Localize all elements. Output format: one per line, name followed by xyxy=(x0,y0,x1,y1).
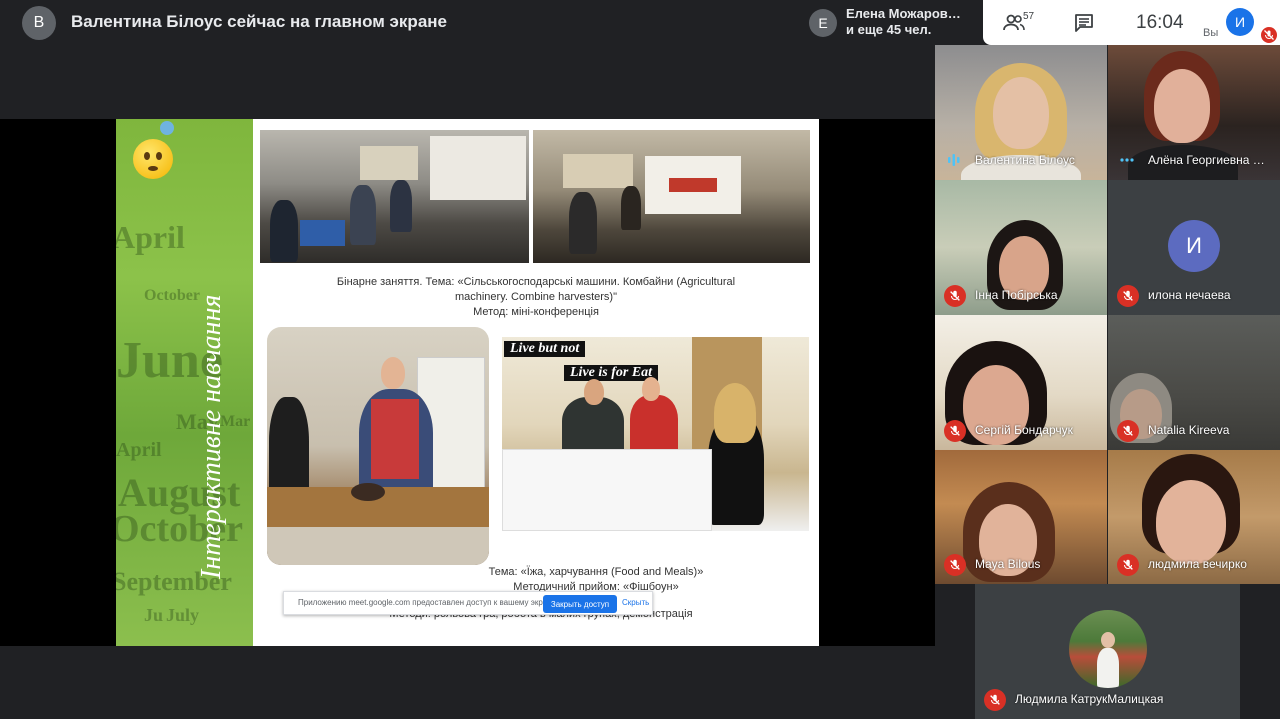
more-dots-icon xyxy=(1120,158,1134,162)
presentation-stage: April October June May April August Octo… xyxy=(0,119,935,646)
mic-off-icon xyxy=(1117,554,1139,576)
participant-name: Валентина Білоус xyxy=(975,153,1075,167)
mic-off-icon xyxy=(984,689,1006,711)
participant-avatar: И xyxy=(1168,220,1220,272)
caption-binary-lesson: Бінарне заняття. Тема: «Сільськогосподар… xyxy=(291,275,781,320)
participant-tile[interactable]: Natalia Kireeva xyxy=(1108,315,1280,450)
slide-sidebar: April October June May April August Octo… xyxy=(116,119,253,646)
participant-tile[interactable]: Інна Побірська xyxy=(935,180,1107,315)
notice-text: Елена Можаров… и еще 45 чел. xyxy=(846,6,961,38)
dinner-table-photo: Live but not Live is for Eat xyxy=(502,337,809,531)
participant-tile[interactable]: людмила вечирко xyxy=(1108,450,1280,584)
presenter-banner: В Валентина Білоус сейчас на главном экр… xyxy=(0,0,800,46)
self-avatar[interactable]: И xyxy=(1226,8,1254,36)
mic-off-icon xyxy=(944,554,966,576)
presentation-slide: April October June May April August Octo… xyxy=(116,119,819,646)
slide-side-title: Інтерактивне навчання xyxy=(196,294,227,579)
thinking-emoji-icon xyxy=(133,139,173,179)
banner-top: Live but not xyxy=(504,341,586,357)
participant-tile[interactable]: Алёна Георгиевна … xyxy=(1108,45,1280,180)
caption-1-line-2: machinery. Combine harvesters)" xyxy=(454,291,618,303)
chat-button[interactable] xyxy=(1073,12,1095,34)
participant-name: людмила вечирко xyxy=(1148,557,1247,571)
participant-name: Інна Побірська xyxy=(975,288,1058,302)
notice-line-2: и еще 45 чел. xyxy=(846,22,932,37)
participant-name: Natalia Kireeva xyxy=(1148,423,1230,437)
mic-off-icon xyxy=(944,285,966,307)
decor-word: April xyxy=(116,439,162,461)
join-notification[interactable]: Е Елена Можаров… и еще 45 чел. xyxy=(800,0,984,44)
people-button[interactable]: 57 xyxy=(1003,11,1043,34)
participant-tile[interactable]: Maya Bilous xyxy=(935,450,1107,584)
people-count: 57 xyxy=(1023,11,1035,22)
participant-name: илона нечаева xyxy=(1148,288,1231,302)
classroom-photo-2 xyxy=(533,130,810,263)
participant-avatar-photo xyxy=(1069,610,1147,688)
decor-word: October xyxy=(144,287,200,304)
decor-word: April xyxy=(116,219,185,255)
self-mic-off-icon xyxy=(1261,27,1277,43)
roleplay-photo xyxy=(267,327,489,565)
banner-bottom: Live is for Eat xyxy=(564,365,659,381)
presenter-title: Валентина Білоус сейчас на главном экран… xyxy=(71,12,447,31)
participant-tile[interactable]: Людмила КатрукМалицкая xyxy=(975,584,1240,719)
clock: 16:04 xyxy=(1136,12,1184,33)
mic-off-icon xyxy=(1117,420,1139,442)
share-text: Приложению meet.google.com предоставлен … xyxy=(298,598,558,607)
mic-off-icon xyxy=(1117,285,1139,307)
people-icon xyxy=(1003,14,1025,31)
self-label: Вы xyxy=(1203,27,1219,39)
presenter-avatar: В xyxy=(22,6,56,40)
hide-share-bar-link[interactable]: Скрыть xyxy=(622,598,649,607)
participant-name: Сергій Бондарчук xyxy=(975,423,1073,437)
chat-icon xyxy=(1075,14,1093,32)
participant-tile[interactable]: И илона нечаева xyxy=(1108,180,1280,315)
caption-1-line-3: Метод: міні-конференція xyxy=(473,306,599,318)
stop-sharing-button[interactable]: Закрыть доступ xyxy=(543,595,617,613)
notice-line-1: Елена Можаров… xyxy=(846,6,961,21)
mic-off-icon xyxy=(944,420,966,442)
notice-avatar: Е xyxy=(809,9,837,37)
participant-name: Алёна Георгиевна … xyxy=(1148,153,1265,167)
participant-name: Людмила КатрукМалицкая xyxy=(1015,692,1164,706)
decor-word: Ju xyxy=(144,605,164,625)
participant-name: Maya Bilous xyxy=(975,557,1041,571)
speaking-indicator-icon xyxy=(948,154,960,166)
caption-2-line-1: Тема: «Їжа, харчування (Food and Meals)» xyxy=(488,566,704,578)
participant-tile[interactable]: Сергій Бондарчук xyxy=(935,315,1107,450)
thought-bubble-icon xyxy=(160,121,174,135)
decor-word: July xyxy=(166,605,200,625)
screen-share-bar: Приложению meet.google.com предоставлен … xyxy=(283,591,653,615)
classroom-photo-1 xyxy=(260,130,529,263)
caption-1-line-1: Бінарне заняття. Тема: «Сільськогосподар… xyxy=(336,276,736,288)
participant-tile[interactable]: Валентина Білоус xyxy=(935,45,1107,180)
top-controls: 57 16:04 И Вы xyxy=(983,0,1280,45)
